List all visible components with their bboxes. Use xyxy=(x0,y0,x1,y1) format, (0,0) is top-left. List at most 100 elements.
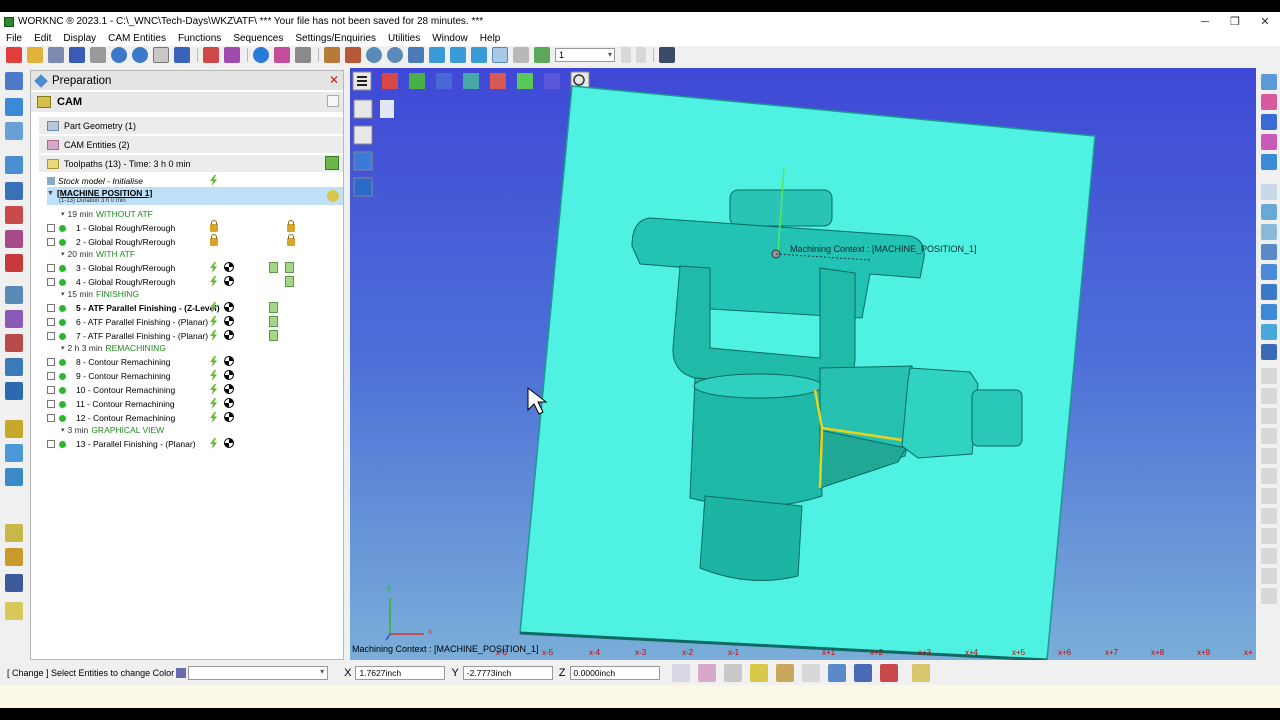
simulate-target-icon[interactable] xyxy=(224,398,234,408)
display-option-icon[interactable] xyxy=(1261,428,1277,444)
simulate-target-icon[interactable] xyxy=(224,276,234,286)
x-coord-field[interactable]: 1.7627inch xyxy=(355,666,446,680)
wireframe-icon[interactable] xyxy=(353,99,373,119)
axis-icon[interactable] xyxy=(224,47,240,63)
tool-icon[interactable] xyxy=(5,98,23,116)
display-option-icon[interactable] xyxy=(1261,528,1277,544)
toolpath-row-3[interactable]: 3 - Global Rough/Rerough xyxy=(47,261,343,275)
view-orient-icon[interactable] xyxy=(1261,94,1277,110)
solid-icon[interactable] xyxy=(5,156,23,174)
toolpath-row-6[interactable]: 6 - ATF Parallel Finishing - (Planar) xyxy=(47,315,343,329)
cad-tools-icon[interactable] xyxy=(5,122,23,140)
z-coord-field[interactable]: 0.0000inch xyxy=(569,666,660,680)
cam-header-row[interactable]: CAM xyxy=(31,92,343,112)
transform-icon[interactable] xyxy=(203,47,219,63)
menu-settings-enquiries[interactable]: Settings/Enquiries xyxy=(289,33,382,44)
restore-button[interactable]: ❐ xyxy=(1220,12,1250,31)
menu-functions[interactable]: Functions xyxy=(172,33,227,44)
toolpath-checkbox[interactable] xyxy=(47,414,55,422)
toolpath-checkbox[interactable] xyxy=(47,318,55,326)
probe-icon[interactable] xyxy=(5,334,23,352)
simulate-target-icon[interactable] xyxy=(224,438,234,448)
section-graphical-view[interactable]: ▾ 3 min GRAPHICAL VIEW xyxy=(61,423,357,437)
compute-icon[interactable] xyxy=(209,356,218,367)
section-with-atf[interactable]: ▾ 20 min WITH ATF xyxy=(61,247,357,261)
cube-view-icon[interactable] xyxy=(5,72,23,90)
simulate-target-icon[interactable] xyxy=(224,384,234,394)
display-option-icon[interactable] xyxy=(1261,568,1277,584)
display-tool-icon[interactable] xyxy=(1261,304,1277,320)
toolpath-row-5[interactable]: 5 - ATF Parallel Finishing - (Z-Level) xyxy=(47,301,343,315)
copy-icon[interactable] xyxy=(324,47,340,63)
compute-icon[interactable] xyxy=(209,438,218,449)
layer-next-icon[interactable] xyxy=(636,47,646,63)
rotate-view-icon[interactable] xyxy=(429,47,445,63)
pan-icon[interactable] xyxy=(408,47,424,63)
toolpath-checkbox[interactable] xyxy=(47,372,55,380)
simulate-target-icon[interactable] xyxy=(224,262,234,272)
toolpath-icon[interactable] xyxy=(5,524,23,542)
display-edges-icon[interactable] xyxy=(1261,264,1277,280)
menu-cam-entities[interactable]: CAM Entities xyxy=(102,33,172,44)
axis-triad-icon[interactable] xyxy=(380,100,394,118)
y-coord-field[interactable]: -2.7773inch xyxy=(462,666,553,680)
simulate-target-icon[interactable] xyxy=(224,330,234,340)
toolpath-edit-icon[interactable] xyxy=(5,548,23,566)
toolpath-row-8[interactable]: 8 - Contour Remachining xyxy=(47,355,343,369)
section-without-atf[interactable]: ▾ 19 min WITHOUT ATF xyxy=(61,207,357,221)
snap-icon[interactable] xyxy=(697,664,716,682)
camera-icon[interactable] xyxy=(295,47,311,63)
view-right-icon[interactable] xyxy=(436,73,452,89)
boundary-icon[interactable] xyxy=(5,254,23,272)
menu-help[interactable]: Help xyxy=(474,33,507,44)
view-front-icon[interactable] xyxy=(382,73,398,89)
shaded-edges-icon[interactable] xyxy=(353,177,373,197)
clip-view-icon[interactable] xyxy=(1261,224,1277,240)
compute-icon[interactable] xyxy=(209,262,218,273)
close-panel-button[interactable]: ✕ xyxy=(329,73,339,87)
compute-icon[interactable] xyxy=(209,330,218,341)
menu-edit[interactable]: Edit xyxy=(28,33,57,44)
view-solid-icon[interactable] xyxy=(1261,154,1277,170)
compute-icon[interactable] xyxy=(209,412,218,423)
view-bottom-icon[interactable] xyxy=(517,73,533,89)
zoom-window-icon[interactable] xyxy=(366,47,382,63)
fit-all-icon[interactable] xyxy=(492,47,508,63)
3d-viewport[interactable]: Machining Context : [MACHINE_POSITION_1]… xyxy=(350,68,1256,660)
display-option-icon[interactable] xyxy=(1261,388,1277,404)
collapse-arrow-icon[interactable]: ▾ xyxy=(61,426,65,434)
compute-icon[interactable] xyxy=(209,370,218,381)
display-option-icon[interactable] xyxy=(1261,548,1277,564)
layer-prev-icon[interactable] xyxy=(621,47,631,63)
color-palette-icon[interactable] xyxy=(274,47,290,63)
display-option-icon[interactable] xyxy=(1261,508,1277,524)
select-filter-icon[interactable] xyxy=(801,664,820,682)
view-box-icon[interactable] xyxy=(1261,184,1277,200)
stock-icon[interactable] xyxy=(5,286,23,304)
menu-utilities[interactable]: Utilities xyxy=(382,33,426,44)
toolpath-row-1[interactable]: 1 - Global Rough/Rerough xyxy=(47,220,343,235)
sphere-shading-icon[interactable] xyxy=(253,47,269,63)
new-file-icon[interactable] xyxy=(6,47,22,63)
toolpath-row-13[interactable]: 13 - Parallel Finishing - (Planar) xyxy=(47,437,343,451)
side-pin[interactable] xyxy=(971,389,1023,447)
part-geometry-group[interactable]: Part Geometry (1) xyxy=(39,117,343,134)
spin-view-icon[interactable] xyxy=(471,47,487,63)
rotate-z-icon[interactable] xyxy=(450,47,466,63)
display-stock-icon[interactable] xyxy=(1261,344,1277,360)
toolpath-checkbox[interactable] xyxy=(47,440,55,448)
toolpath-checkbox[interactable] xyxy=(47,224,55,232)
simulate-target-icon[interactable] xyxy=(224,412,234,422)
close-window-button[interactable]: ✕ xyxy=(1250,12,1280,31)
view-cube-icon[interactable] xyxy=(1261,74,1277,90)
collapse-arrow-icon[interactable]: ▾ xyxy=(61,210,65,218)
toolpath-row-10[interactable]: 10 - Contour Remachining xyxy=(47,383,343,397)
viewport-scene[interactable] xyxy=(350,68,1256,660)
analysis-icon[interactable] xyxy=(5,468,23,486)
toolpath-checkbox[interactable] xyxy=(47,264,55,272)
macro-icon[interactable] xyxy=(5,382,23,400)
section-remachining[interactable]: ▾ 2 h 3 min REMACHINING xyxy=(61,341,357,355)
layer-select[interactable]: 1 ▾ xyxy=(555,48,615,62)
toolpath-checkbox[interactable] xyxy=(47,278,55,286)
pin-icon[interactable] xyxy=(327,95,339,107)
